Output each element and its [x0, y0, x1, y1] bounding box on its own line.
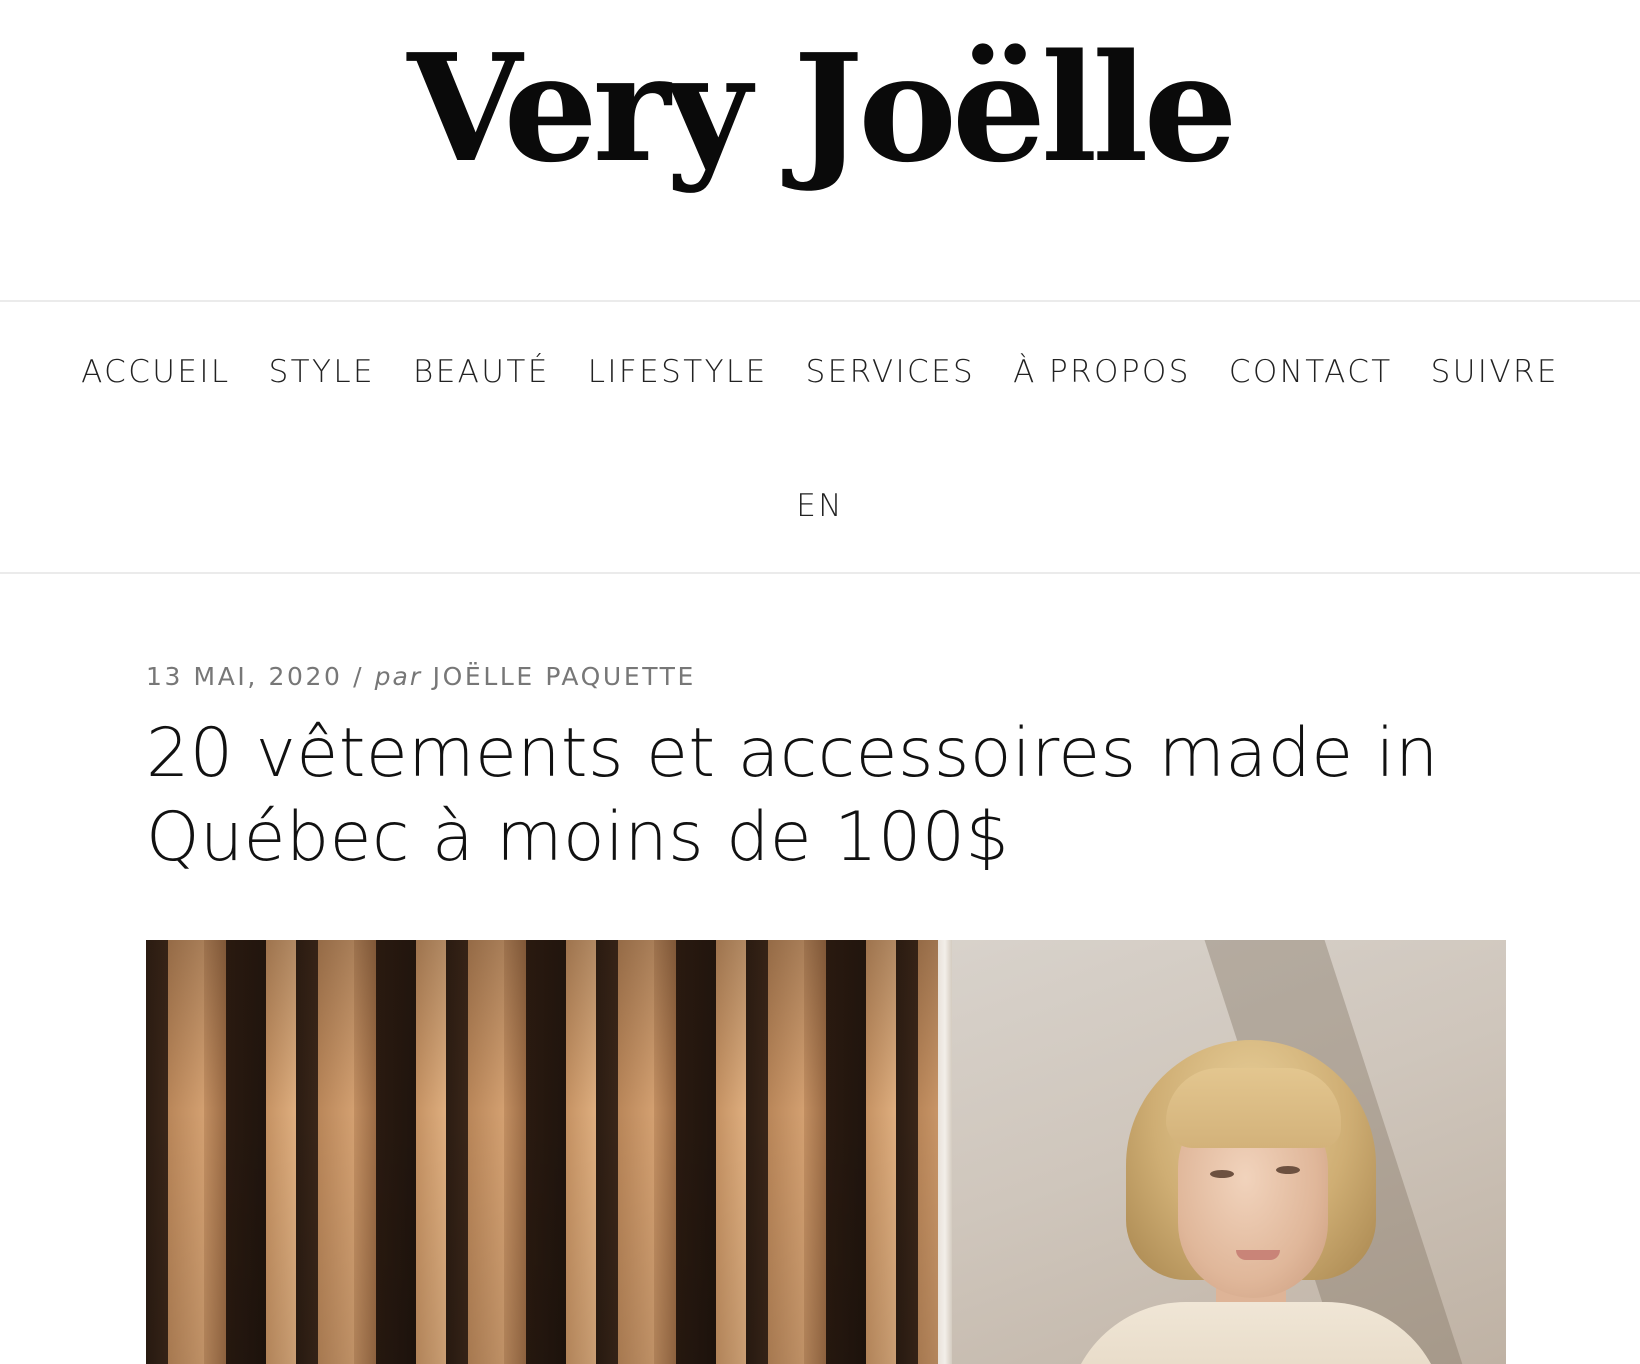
model-mouth — [1236, 1250, 1280, 1260]
nav-item-lifestyle[interactable]: LIFESTYLE — [569, 354, 787, 390]
nav-item-services[interactable]: SERVICES — [787, 354, 995, 390]
nav-item-suivre[interactable]: SUIVRE — [1412, 354, 1578, 390]
nav-divider — [0, 572, 1640, 574]
nav-row-primary: ACCUEIL STYLE BEAUTÉ LIFESTYLE SERVICES … — [0, 340, 1640, 404]
model-figure — [1066, 1040, 1446, 1364]
page: Very Joëlle ACCUEIL STYLE BEAUTÉ LIFESTY… — [0, 0, 1640, 1364]
site-logo[interactable]: Very Joëlle — [0, 8, 1640, 208]
main-navigation: ACCUEIL STYLE BEAUTÉ LIFESTYLE SERVICES … — [0, 302, 1640, 572]
model-eye-left — [1210, 1170, 1234, 1178]
nav-item-beaute[interactable]: BEAUTÉ — [394, 354, 569, 390]
post-meta: 13 MAI, 2020 / par JOËLLE PAQUETTE — [146, 662, 696, 691]
nav-item-accueil[interactable]: ACCUEIL — [62, 354, 249, 390]
hero-image — [146, 940, 1506, 1364]
post-date: 13 MAI, 2020 — [146, 662, 343, 691]
post-author-link[interactable]: JOËLLE PAQUETTE — [433, 662, 696, 691]
wall-edge — [938, 940, 952, 1364]
slats-shading — [146, 940, 946, 1364]
nav-item-style[interactable]: STYLE — [250, 354, 394, 390]
post-title: 20 vêtements et accessoires made in Québ… — [146, 714, 1439, 877]
language-switch-en[interactable]: EN — [777, 488, 863, 524]
model-eye-right — [1276, 1166, 1300, 1174]
meta-separator: / — [353, 662, 365, 691]
post-by-label: par — [374, 662, 423, 691]
nav-item-contact[interactable]: CONTACT — [1210, 354, 1412, 390]
model-bangs — [1166, 1068, 1341, 1148]
nav-item-a-propos[interactable]: À PROPOS — [994, 354, 1210, 390]
nav-row-language: EN — [0, 474, 1640, 538]
site-header: Very Joëlle — [0, 0, 1640, 300]
